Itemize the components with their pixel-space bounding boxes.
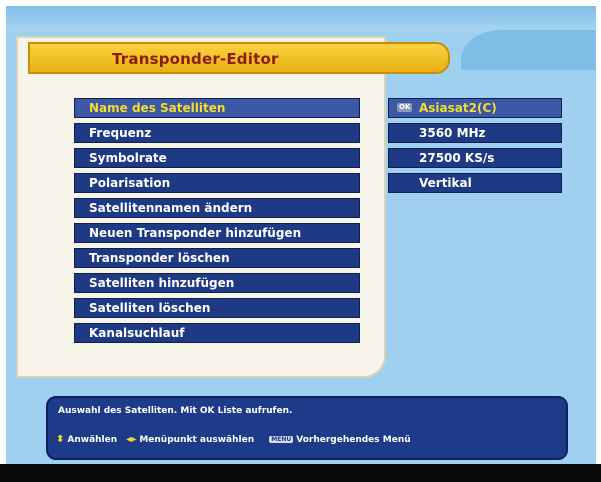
ok-icon: OK bbox=[397, 103, 413, 112]
menu-item-add-transponder[interactable]: Neuen Transponder hinzufügen bbox=[74, 223, 360, 243]
top-strip bbox=[6, 6, 596, 32]
background-notch bbox=[461, 30, 596, 70]
menu-list: Name des Satelliten Frequenz Symbolrate … bbox=[74, 98, 360, 348]
menu-item-symbolrate[interactable]: Symbolrate bbox=[74, 148, 360, 168]
menu-item-delete-transponder[interactable]: Transponder löschen bbox=[74, 248, 360, 268]
satellite-value[interactable]: OK Asiasat2(C) bbox=[388, 98, 562, 118]
menu-item-rename-satellite[interactable]: Satellitennamen ändern bbox=[74, 198, 360, 218]
menu-item-delete-satellite[interactable]: Satelliten löschen bbox=[74, 298, 360, 318]
value-list: OK Asiasat2(C) 3560 MHz 27500 KS/s Verti… bbox=[388, 98, 562, 198]
back-label: Vorhergehendes Menü bbox=[296, 434, 411, 445]
menu-item-frequency[interactable]: Frequenz bbox=[74, 123, 360, 143]
help-text: Auswahl des Satelliten. Mit OK Liste auf… bbox=[58, 406, 293, 416]
menu-item-satellite-name[interactable]: Name des Satelliten bbox=[74, 98, 360, 118]
title-bar: Transponder-Editor bbox=[28, 42, 450, 74]
page-title: Transponder-Editor bbox=[112, 50, 279, 68]
satellite-value-text: Asiasat2(C) bbox=[419, 101, 497, 115]
symbolrate-value[interactable]: 27500 KS/s bbox=[388, 148, 562, 168]
help-keys: ⬍ Anwählen ◂▸ Menüpunkt auswählen MENU Vorh… bbox=[56, 434, 560, 445]
frequency-value[interactable]: 3560 MHz bbox=[388, 123, 562, 143]
select-label: Anwählen bbox=[67, 434, 118, 445]
left-right-arrows-icon: ◂▸ bbox=[126, 434, 137, 445]
tv-screen: Transponder-Editor Name des Satelliten F… bbox=[6, 6, 596, 464]
menu-item-label: Menüpunkt auswählen bbox=[139, 434, 255, 445]
menu-button-icon: MENU bbox=[269, 436, 294, 443]
help-box: Auswahl des Satelliten. Mit OK Liste auf… bbox=[46, 396, 568, 460]
screen-bottom-bar bbox=[0, 464, 601, 482]
up-down-arrows-icon: ⬍ bbox=[56, 434, 65, 445]
menu-item-polarisation[interactable]: Polarisation bbox=[74, 173, 360, 193]
menu-item-add-satellite[interactable]: Satelliten hinzufügen bbox=[74, 273, 360, 293]
polarisation-value[interactable]: Vertikal bbox=[388, 173, 562, 193]
menu-item-channel-scan[interactable]: Kanalsuchlauf bbox=[74, 323, 360, 343]
